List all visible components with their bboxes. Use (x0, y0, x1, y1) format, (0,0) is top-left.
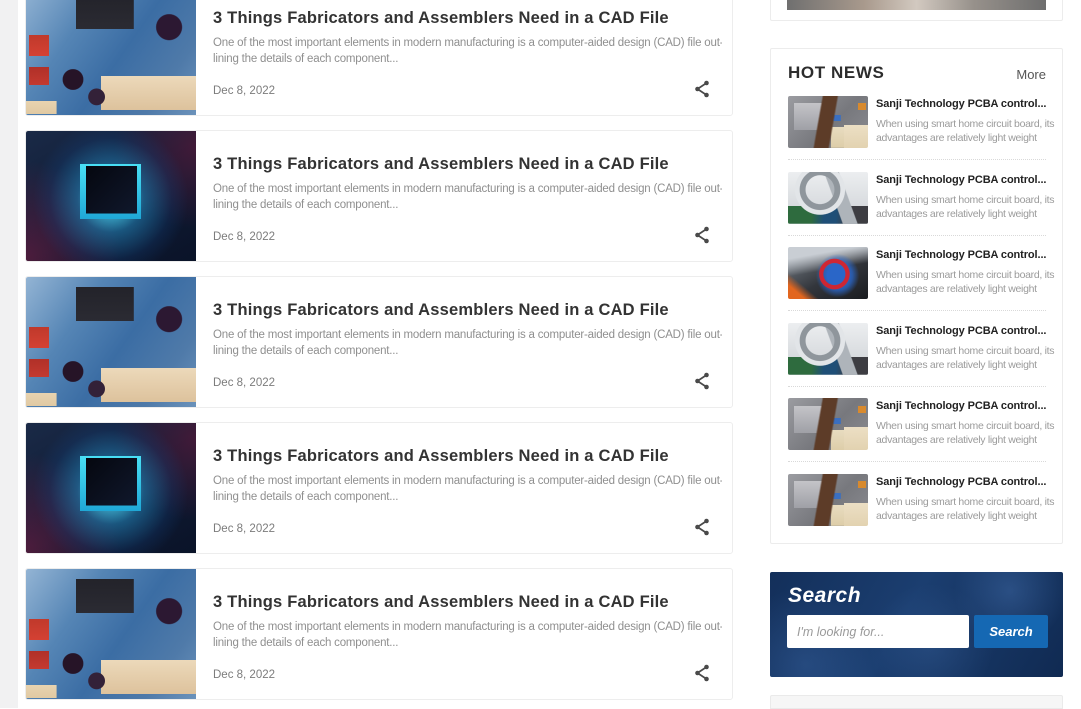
article-title[interactable]: 3 Things Fabricators and Assemblers Need… (213, 301, 716, 320)
page-left-gutter (0, 0, 18, 708)
share-icon[interactable] (694, 80, 712, 100)
article-title[interactable]: 3 Things Fabricators and Assemblers Need… (213, 447, 716, 466)
article-thumbnail[interactable] (26, 131, 196, 262)
article-date: Dec 8, 2022 (213, 669, 275, 681)
hot-news-thumbnail[interactable] (788, 247, 868, 299)
article-description: One of the most important elements in mo… (213, 182, 722, 213)
article-date: Dec 8, 2022 (213, 85, 275, 97)
article-description: One of the most important elements in mo… (213, 36, 722, 67)
hot-news-item[interactable]: Sanji Technology PCBA control... When us… (788, 398, 1048, 462)
sidebar-partial-widget (770, 0, 1063, 21)
hot-news-thumbnail[interactable] (788, 474, 868, 526)
share-icon[interactable] (694, 372, 712, 392)
article-thumbnail[interactable] (26, 0, 196, 116)
article-description: One of the most important elements in mo… (213, 328, 722, 359)
article-thumbnail[interactable] (26, 569, 196, 700)
share-icon[interactable] (694, 226, 712, 246)
search-button[interactable]: Search (974, 615, 1048, 648)
hot-news-panel: HOT NEWS More Sanji Technology PCBA cont… (770, 48, 1063, 544)
article-description: One of the most important elements in mo… (213, 474, 722, 505)
hot-news-thumbnail[interactable] (788, 323, 868, 375)
hot-news-title[interactable]: Sanji Technology PCBA control... (876, 98, 1054, 110)
hot-news-description: When using smart home circuit board, its… (876, 268, 1056, 296)
hot-news-heading: HOT NEWS (788, 63, 884, 83)
hot-news-description: When using smart home circuit board, its… (876, 344, 1056, 372)
article-card[interactable]: 3 Things Fabricators and Assemblers Need… (25, 0, 733, 116)
hot-news-thumbnail[interactable] (788, 172, 868, 224)
hot-news-description: When using smart home circuit board, its… (876, 193, 1056, 221)
article-title[interactable]: 3 Things Fabricators and Assemblers Need… (213, 9, 716, 28)
search-panel: Search Search (770, 572, 1063, 677)
article-thumbnail[interactable] (26, 423, 196, 554)
article-date: Dec 8, 2022 (213, 523, 275, 535)
sidebar-bottom-partial-widget (770, 695, 1063, 709)
hot-news-item[interactable]: Sanji Technology PCBA control... When us… (788, 323, 1048, 387)
hot-news-thumbnail[interactable] (788, 96, 868, 148)
hot-news-title[interactable]: Sanji Technology PCBA control... (876, 476, 1054, 488)
hot-news-item[interactable]: Sanji Technology PCBA control... When us… (788, 96, 1048, 160)
hot-news-title[interactable]: Sanji Technology PCBA control... (876, 400, 1054, 412)
share-icon[interactable] (694, 664, 712, 684)
article-thumbnail[interactable] (26, 277, 196, 408)
sidebar-partial-image (787, 0, 1046, 10)
hot-news-description: When using smart home circuit board, its… (876, 495, 1056, 523)
article-card[interactable]: 3 Things Fabricators and Assemblers Need… (25, 130, 733, 262)
hot-news-description: When using smart home circuit board, its… (876, 117, 1056, 145)
hot-news-title[interactable]: Sanji Technology PCBA control... (876, 249, 1054, 261)
hot-news-title[interactable]: Sanji Technology PCBA control... (876, 174, 1054, 186)
hot-news-thumbnail[interactable] (788, 398, 868, 450)
article-description: One of the most important elements in mo… (213, 620, 722, 651)
page: 3 Things Fabricators and Assemblers Need… (0, 0, 1081, 708)
article-date: Dec 8, 2022 (213, 377, 275, 389)
search-input[interactable] (787, 615, 969, 648)
search-heading: Search (788, 584, 861, 608)
share-icon[interactable] (694, 518, 712, 538)
hot-news-item[interactable]: Sanji Technology PCBA control... When us… (788, 247, 1048, 311)
article-title[interactable]: 3 Things Fabricators and Assemblers Need… (213, 155, 716, 174)
article-date: Dec 8, 2022 (213, 231, 275, 243)
article-card[interactable]: 3 Things Fabricators and Assemblers Need… (25, 276, 733, 408)
article-title[interactable]: 3 Things Fabricators and Assemblers Need… (213, 593, 716, 612)
hot-news-title[interactable]: Sanji Technology PCBA control... (876, 325, 1054, 337)
article-card[interactable]: 3 Things Fabricators and Assemblers Need… (25, 568, 733, 700)
hot-news-description: When using smart home circuit board, its… (876, 419, 1056, 447)
hot-news-item[interactable]: Sanji Technology PCBA control... When us… (788, 172, 1048, 236)
hot-news-item[interactable]: Sanji Technology PCBA control... When us… (788, 474, 1048, 538)
hot-news-more-link[interactable]: More (1016, 67, 1046, 82)
article-card[interactable]: 3 Things Fabricators and Assemblers Need… (25, 422, 733, 554)
